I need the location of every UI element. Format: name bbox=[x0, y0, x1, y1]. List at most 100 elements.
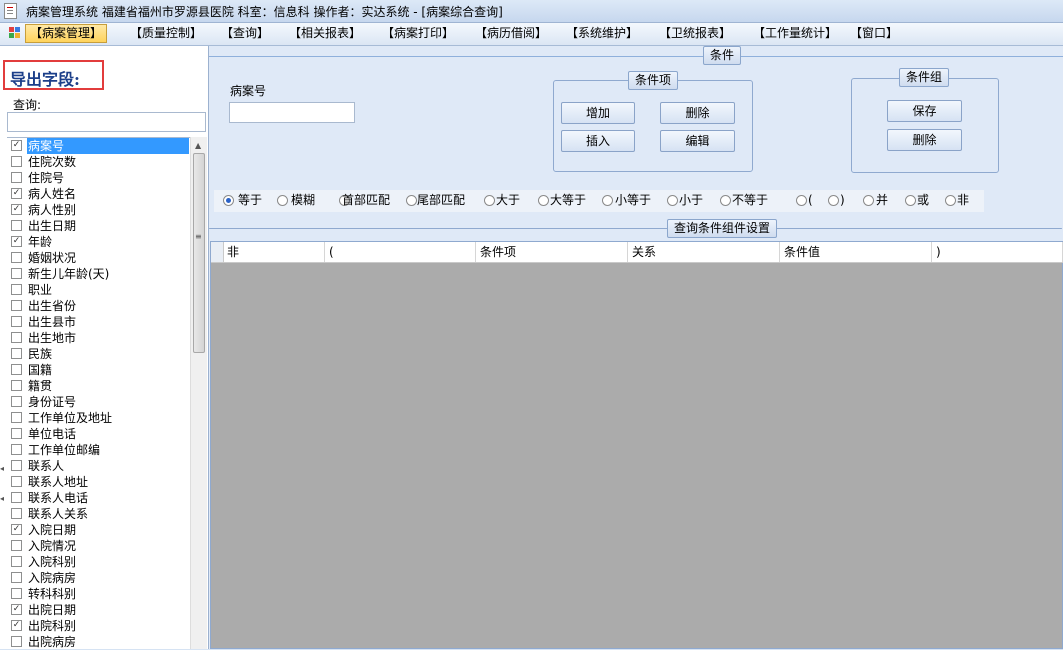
operator-label[interactable]: 并 bbox=[876, 192, 888, 208]
export-field-item[interactable]: 入院病房 bbox=[7, 570, 190, 586]
field-checkbox[interactable] bbox=[11, 412, 22, 423]
operator-label[interactable]: 大于 bbox=[496, 192, 520, 208]
delete-condition-button[interactable]: 删除 bbox=[660, 102, 735, 124]
export-field-item[interactable]: 工作单位及地址 bbox=[7, 410, 190, 426]
field-checkbox[interactable] bbox=[11, 348, 22, 359]
query-input[interactable] bbox=[7, 112, 206, 132]
operator-radio[interactable] bbox=[277, 195, 288, 206]
export-field-item[interactable]: 籍贯 bbox=[7, 378, 190, 394]
field-checkbox[interactable] bbox=[11, 572, 22, 583]
operator-label[interactable]: 尾部匹配 bbox=[417, 192, 465, 208]
grid-column-header[interactable]: ( bbox=[325, 242, 476, 262]
export-field-item[interactable]: 住院号 bbox=[7, 170, 190, 186]
export-field-item[interactable]: 出生地市 bbox=[7, 330, 190, 346]
export-field-item[interactable]: 转科科别 bbox=[7, 586, 190, 602]
splitter-handle[interactable]: ◂ ◂ bbox=[0, 464, 6, 524]
operator-label[interactable]: 小于 bbox=[679, 192, 703, 208]
export-field-item[interactable]: ✓ 出院科别 bbox=[7, 618, 190, 634]
insert-condition-button[interactable]: 插入 bbox=[561, 130, 635, 152]
collapse-left-arrow-icon[interactable]: ◂ bbox=[0, 464, 6, 494]
menu-record-borrow[interactable]: 【病历借阅】 bbox=[471, 25, 551, 42]
grid-column-header[interactable]: 关系 bbox=[628, 242, 780, 262]
field-checkbox[interactable] bbox=[11, 300, 22, 311]
export-field-item[interactable]: ✓ 年龄 bbox=[7, 234, 190, 250]
add-condition-button[interactable]: 增加 bbox=[561, 102, 635, 124]
export-field-item[interactable]: 身份证号 bbox=[7, 394, 190, 410]
operator-radio[interactable] bbox=[602, 195, 613, 206]
export-field-item[interactable]: 联系人地址 bbox=[7, 474, 190, 490]
field-checkbox[interactable] bbox=[11, 444, 22, 455]
field-checkbox[interactable] bbox=[11, 556, 22, 567]
export-field-item[interactable]: 单位电话 bbox=[7, 426, 190, 442]
field-checkbox[interactable] bbox=[11, 460, 22, 471]
field-checkbox[interactable]: ✓ bbox=[11, 620, 22, 631]
field-checkbox[interactable] bbox=[11, 252, 22, 263]
operator-radio[interactable] bbox=[406, 195, 417, 206]
field-checkbox[interactable] bbox=[11, 492, 22, 503]
edit-condition-button[interactable]: 编辑 bbox=[660, 130, 735, 152]
export-field-item[interactable]: 联系人 bbox=[7, 458, 190, 474]
operator-radio[interactable] bbox=[538, 195, 549, 206]
operator-label[interactable]: 小等于 bbox=[615, 192, 651, 208]
scrollbar-thumb[interactable] bbox=[193, 153, 205, 353]
export-field-item[interactable]: ✓ 病人性别 bbox=[7, 202, 190, 218]
field-checkbox[interactable] bbox=[11, 332, 22, 343]
export-field-item[interactable]: ✓ 病案号 bbox=[7, 138, 190, 154]
grid-column-header[interactable]: 条件项 bbox=[476, 242, 628, 262]
delete-group-button[interactable]: 删除 bbox=[887, 129, 962, 151]
export-field-item[interactable]: 联系人关系 bbox=[7, 506, 190, 522]
operator-radio[interactable] bbox=[905, 195, 916, 206]
conditions-grid[interactable]: 非(条件项 关系 条件值) bbox=[210, 241, 1063, 649]
mdi-window-icon[interactable] bbox=[9, 27, 21, 39]
export-field-item[interactable]: 出生日期 bbox=[7, 218, 190, 234]
menu-health-statistics[interactable]: 【卫统报表】 bbox=[655, 25, 735, 42]
export-field-item[interactable]: 婚姻状况 bbox=[7, 250, 190, 266]
field-list-scrollbar[interactable]: ▲ ≡ bbox=[190, 137, 207, 649]
field-checkbox[interactable] bbox=[11, 364, 22, 375]
field-checkbox[interactable] bbox=[11, 636, 22, 647]
field-checkbox[interactable] bbox=[11, 316, 22, 327]
operator-label[interactable]: ( bbox=[808, 192, 813, 208]
field-checkbox[interactable] bbox=[11, 172, 22, 183]
field-checkbox[interactable] bbox=[11, 396, 22, 407]
export-field-item[interactable]: 工作单位邮编 bbox=[7, 442, 190, 458]
export-field-item[interactable]: 入院科别 bbox=[7, 554, 190, 570]
menu-window[interactable]: 【窗口】 bbox=[846, 25, 902, 42]
menu-case-print[interactable]: 【病案打印】 bbox=[378, 25, 458, 42]
export-field-item[interactable]: ✓ 病人姓名 bbox=[7, 186, 190, 202]
field-checkbox[interactable]: ✓ bbox=[11, 204, 22, 215]
field-checkbox[interactable] bbox=[11, 156, 22, 167]
field-checkbox[interactable]: ✓ bbox=[11, 140, 22, 151]
export-field-item[interactable]: 新生儿年龄(天) bbox=[7, 266, 190, 282]
operator-radio[interactable] bbox=[828, 195, 839, 206]
operator-radio[interactable] bbox=[945, 195, 956, 206]
field-checkbox[interactable] bbox=[11, 508, 22, 519]
export-field-item[interactable]: 住院次数 bbox=[7, 154, 190, 170]
menu-case-management[interactable]: 【病案管理】 bbox=[25, 24, 108, 43]
field-checkbox[interactable]: ✓ bbox=[11, 188, 22, 199]
grid-column-header[interactable]: ) bbox=[932, 242, 1063, 262]
operator-label[interactable]: 或 bbox=[917, 192, 929, 208]
operator-radio[interactable] bbox=[796, 195, 807, 206]
export-field-item[interactable]: 出生省份 bbox=[7, 298, 190, 314]
field-checkbox[interactable]: ✓ bbox=[11, 524, 22, 535]
operator-radio[interactable] bbox=[863, 195, 874, 206]
field-checkbox[interactable]: ✓ bbox=[11, 236, 22, 247]
scroll-up-arrow-icon[interactable]: ▲ bbox=[195, 141, 201, 150]
operator-label[interactable]: 非 bbox=[957, 192, 969, 208]
operator-label[interactable]: 大等于 bbox=[550, 192, 586, 208]
export-field-item[interactable]: 出生县市 bbox=[7, 314, 190, 330]
field-checkbox[interactable]: ✓ bbox=[11, 604, 22, 615]
export-field-item[interactable]: 国籍 bbox=[7, 362, 190, 378]
menu-system-maintenance[interactable]: 【系统维护】 bbox=[562, 25, 642, 42]
field-checkbox[interactable] bbox=[11, 284, 22, 295]
menu-workload-statistics[interactable]: 【工作量统计】 bbox=[749, 25, 841, 42]
operator-radio[interactable] bbox=[720, 195, 731, 206]
field-checkbox[interactable] bbox=[11, 380, 22, 391]
export-field-item[interactable]: ✓ 入院日期 bbox=[7, 522, 190, 538]
export-field-item[interactable]: 入院情况 bbox=[7, 538, 190, 554]
field-checkbox[interactable] bbox=[11, 428, 22, 439]
export-field-item[interactable]: ✓ 出院日期 bbox=[7, 602, 190, 618]
operator-label[interactable]: 模糊 bbox=[291, 192, 315, 208]
collapse-left-arrow-icon[interactable]: ◂ bbox=[0, 494, 6, 524]
